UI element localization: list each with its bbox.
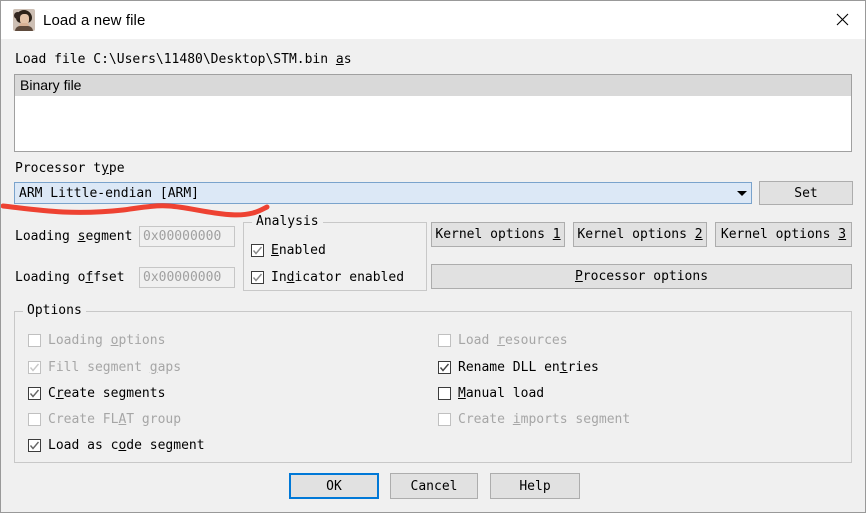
loading-segment-value: 0x00000000 bbox=[143, 229, 222, 244]
loading-segment-label-post: egment bbox=[85, 229, 133, 244]
processor-type-label: Processor type bbox=[15, 161, 125, 176]
list-item[interactable]: Binary file bbox=[15, 75, 851, 96]
load-file-label: Load file C:\Users\11480\Desktop\STM.bin… bbox=[15, 52, 352, 67]
checkbox-box bbox=[28, 334, 41, 347]
loading-segment-label-pre: Loading bbox=[15, 229, 78, 244]
checkbox-box bbox=[438, 361, 451, 374]
title-bar: Load a new file bbox=[1, 1, 865, 39]
processor-label-post: pe bbox=[108, 161, 125, 176]
loading-segment-label: Loading segment bbox=[15, 229, 132, 244]
checkbox-box bbox=[28, 413, 41, 426]
create-segments-checkbox[interactable]: Create segments bbox=[28, 386, 165, 401]
fill-segment-gaps-label: Fill segment gaps bbox=[48, 360, 182, 375]
loading-options-label: Loading options bbox=[48, 333, 166, 348]
checkbox-box bbox=[438, 334, 451, 347]
ida-portrait-icon bbox=[13, 9, 35, 31]
create-segments-label: Create segments bbox=[48, 386, 166, 401]
loading-offset-label: Loading offset bbox=[15, 270, 125, 285]
cancel-button[interactable]: Cancel bbox=[390, 473, 478, 499]
load-file-suffix: s bbox=[343, 52, 352, 67]
ok-button[interactable]: OK bbox=[289, 473, 379, 499]
checkbox-box bbox=[438, 413, 451, 426]
checkbox-box bbox=[28, 439, 41, 452]
checkbox-box bbox=[28, 361, 41, 374]
manual-load-label: Manual load bbox=[458, 386, 545, 401]
analysis-indicator-label: Indicator enabled bbox=[271, 270, 405, 285]
processor-type-value: ARM Little-endian [ARM] bbox=[19, 185, 200, 201]
load-resources-checkbox[interactable]: Load resources bbox=[438, 333, 568, 348]
processor-label-pre: Processor t bbox=[15, 161, 102, 176]
loading-offset-label-pre: Loading o bbox=[15, 270, 86, 285]
fill-segment-gaps-checkbox[interactable]: Fill segment gaps bbox=[28, 360, 181, 375]
loading-offset-input[interactable]: 0x00000000 bbox=[139, 267, 235, 288]
rename-dll-entries-label: Rename DLL entries bbox=[458, 360, 599, 375]
options-group-legend: Options bbox=[23, 303, 86, 318]
analysis-group-legend: Analysis bbox=[252, 214, 323, 229]
loading-offset-label-post: fset bbox=[93, 270, 125, 285]
checkbox-box bbox=[28, 387, 41, 400]
load-new-file-dialog: Load a new file Load file C:\Users\11480… bbox=[0, 0, 866, 513]
rename-dll-entries-checkbox[interactable]: Rename DLL entries bbox=[438, 360, 599, 375]
analysis-enabled-checkbox[interactable]: Enabled bbox=[251, 243, 326, 258]
create-imports-segment-checkbox[interactable]: Create imports segment bbox=[438, 412, 630, 427]
create-imports-segment-label: Create imports segment bbox=[458, 412, 631, 427]
chevron-down-icon[interactable] bbox=[733, 183, 751, 203]
loading-segment-input[interactable]: 0x00000000 bbox=[139, 226, 235, 247]
load-as-code-segment-checkbox[interactable]: Load as code segment bbox=[28, 438, 205, 453]
kernel-options-2-button[interactable]: Kernel options 2 bbox=[573, 222, 707, 247]
kernel-options-1-button[interactable]: Kernel options 1 bbox=[431, 222, 565, 247]
close-icon[interactable] bbox=[819, 1, 865, 38]
set-button[interactable]: Set bbox=[759, 181, 853, 205]
processor-options-button[interactable]: Processor options bbox=[431, 264, 852, 289]
checkbox-box bbox=[251, 244, 264, 257]
load-file-suffix-space bbox=[328, 52, 336, 67]
analysis-enabled-label: Enabled bbox=[271, 243, 326, 258]
load-file-accel: a bbox=[335, 52, 344, 67]
analysis-indicator-checkbox[interactable]: Indicator enabled bbox=[251, 270, 404, 285]
processor-type-combobox[interactable]: ARM Little-endian [ARM] bbox=[14, 182, 752, 204]
create-flat-group-label: Create FLAT group bbox=[48, 412, 182, 427]
processor-label-accel: y bbox=[101, 161, 109, 176]
help-button[interactable]: Help bbox=[490, 473, 580, 499]
load-as-code-segment-label: Load as code segment bbox=[48, 438, 205, 453]
load-file-path: C:\Users\11480\Desktop\STM.bin bbox=[93, 52, 329, 67]
kernel-options-3-button[interactable]: Kernel options 3 bbox=[715, 222, 852, 247]
create-flat-group-checkbox[interactable]: Create FLAT group bbox=[28, 412, 181, 427]
checkbox-box bbox=[438, 387, 451, 400]
window-title: Load a new file bbox=[43, 11, 146, 29]
load-file-prefix: Load file bbox=[15, 52, 94, 67]
checkbox-box bbox=[251, 271, 264, 284]
file-type-list[interactable]: Binary file bbox=[14, 74, 852, 152]
loading-offset-value: 0x00000000 bbox=[143, 270, 222, 285]
manual-load-checkbox[interactable]: Manual load bbox=[438, 386, 544, 401]
load-resources-label: Load resources bbox=[458, 333, 568, 348]
loading-options-checkbox[interactable]: Loading options bbox=[28, 333, 165, 348]
